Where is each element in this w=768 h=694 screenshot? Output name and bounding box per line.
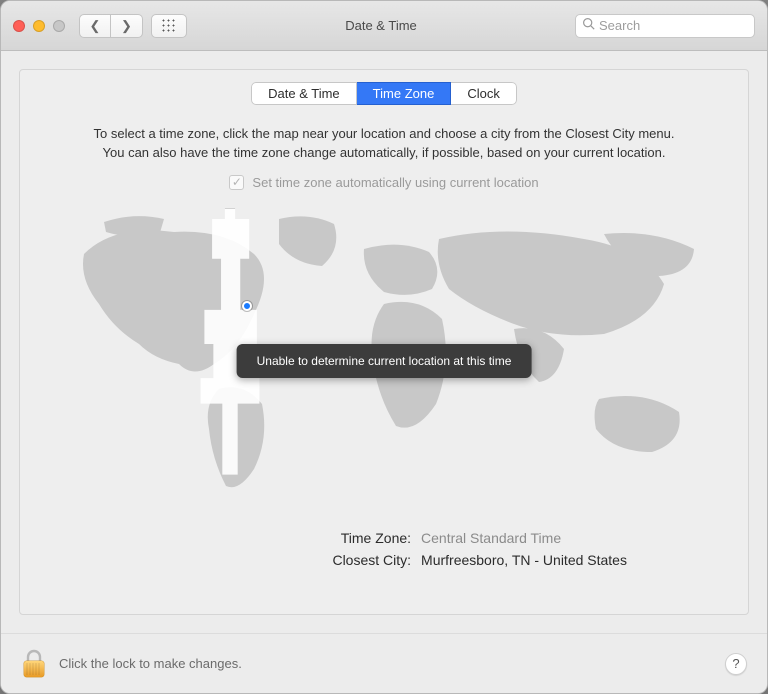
auto-timezone-row: ✓ Set time zone automatically using curr… (229, 175, 538, 190)
chevron-right-icon: ❯ (121, 18, 132, 34)
forward-button[interactable]: ❯ (111, 14, 143, 38)
preferences-window: ❮ ❯ Date & Time Date & Time Time Zone Cl… (0, 0, 768, 694)
instructions-line1: To select a time zone, click the map nea… (94, 126, 675, 141)
lock-text: Click the lock to make changes. (59, 656, 242, 671)
grid-icon (162, 19, 176, 33)
tab-bar: Date & Time Time Zone Clock (251, 82, 517, 105)
closest-city-label: Closest City: (141, 552, 411, 568)
auto-timezone-checkbox: ✓ (229, 175, 244, 190)
lock-icon[interactable] (21, 649, 47, 679)
footer: Click the lock to make changes. ? (1, 633, 767, 693)
content-area: Date & Time Time Zone Clock To select a … (1, 51, 767, 633)
chevron-left-icon: ❮ (90, 18, 101, 34)
location-pin (242, 301, 252, 311)
search-field[interactable] (575, 14, 755, 38)
close-window-button[interactable] (13, 20, 25, 32)
window-controls (13, 20, 65, 32)
minimize-window-button[interactable] (33, 20, 45, 32)
instructions-line2: You can also have the time zone change a… (94, 144, 675, 163)
closest-city-value: Murfreesboro, TN - United States (421, 552, 627, 568)
search-input[interactable] (599, 18, 748, 33)
tab-clock[interactable]: Clock (451, 82, 517, 105)
zoom-window-button (53, 20, 65, 32)
window-title: Date & Time (187, 18, 575, 33)
tab-date-time[interactable]: Date & Time (251, 82, 357, 105)
auto-timezone-label: Set time zone automatically using curren… (252, 175, 538, 190)
titlebar: ❮ ❯ Date & Time (1, 1, 767, 51)
back-button[interactable]: ❮ (79, 14, 111, 38)
show-all-button[interactable] (151, 14, 187, 38)
main-panel: Date & Time Time Zone Clock To select a … (19, 69, 749, 615)
timezone-fields: Time Zone: Central Standard Time Closest… (141, 524, 627, 574)
timezone-value: Central Standard Time (421, 530, 561, 546)
location-error-toast: Unable to determine current location at … (237, 344, 532, 378)
instructions-text: To select a time zone, click the map nea… (94, 125, 675, 163)
nav-buttons: ❮ ❯ (79, 14, 143, 38)
timezone-label: Time Zone: (141, 530, 411, 546)
tab-time-zone[interactable]: Time Zone (357, 82, 452, 105)
search-icon (582, 17, 595, 35)
help-button[interactable]: ? (725, 653, 747, 675)
world-map[interactable]: Unable to determine current location at … (44, 204, 724, 500)
